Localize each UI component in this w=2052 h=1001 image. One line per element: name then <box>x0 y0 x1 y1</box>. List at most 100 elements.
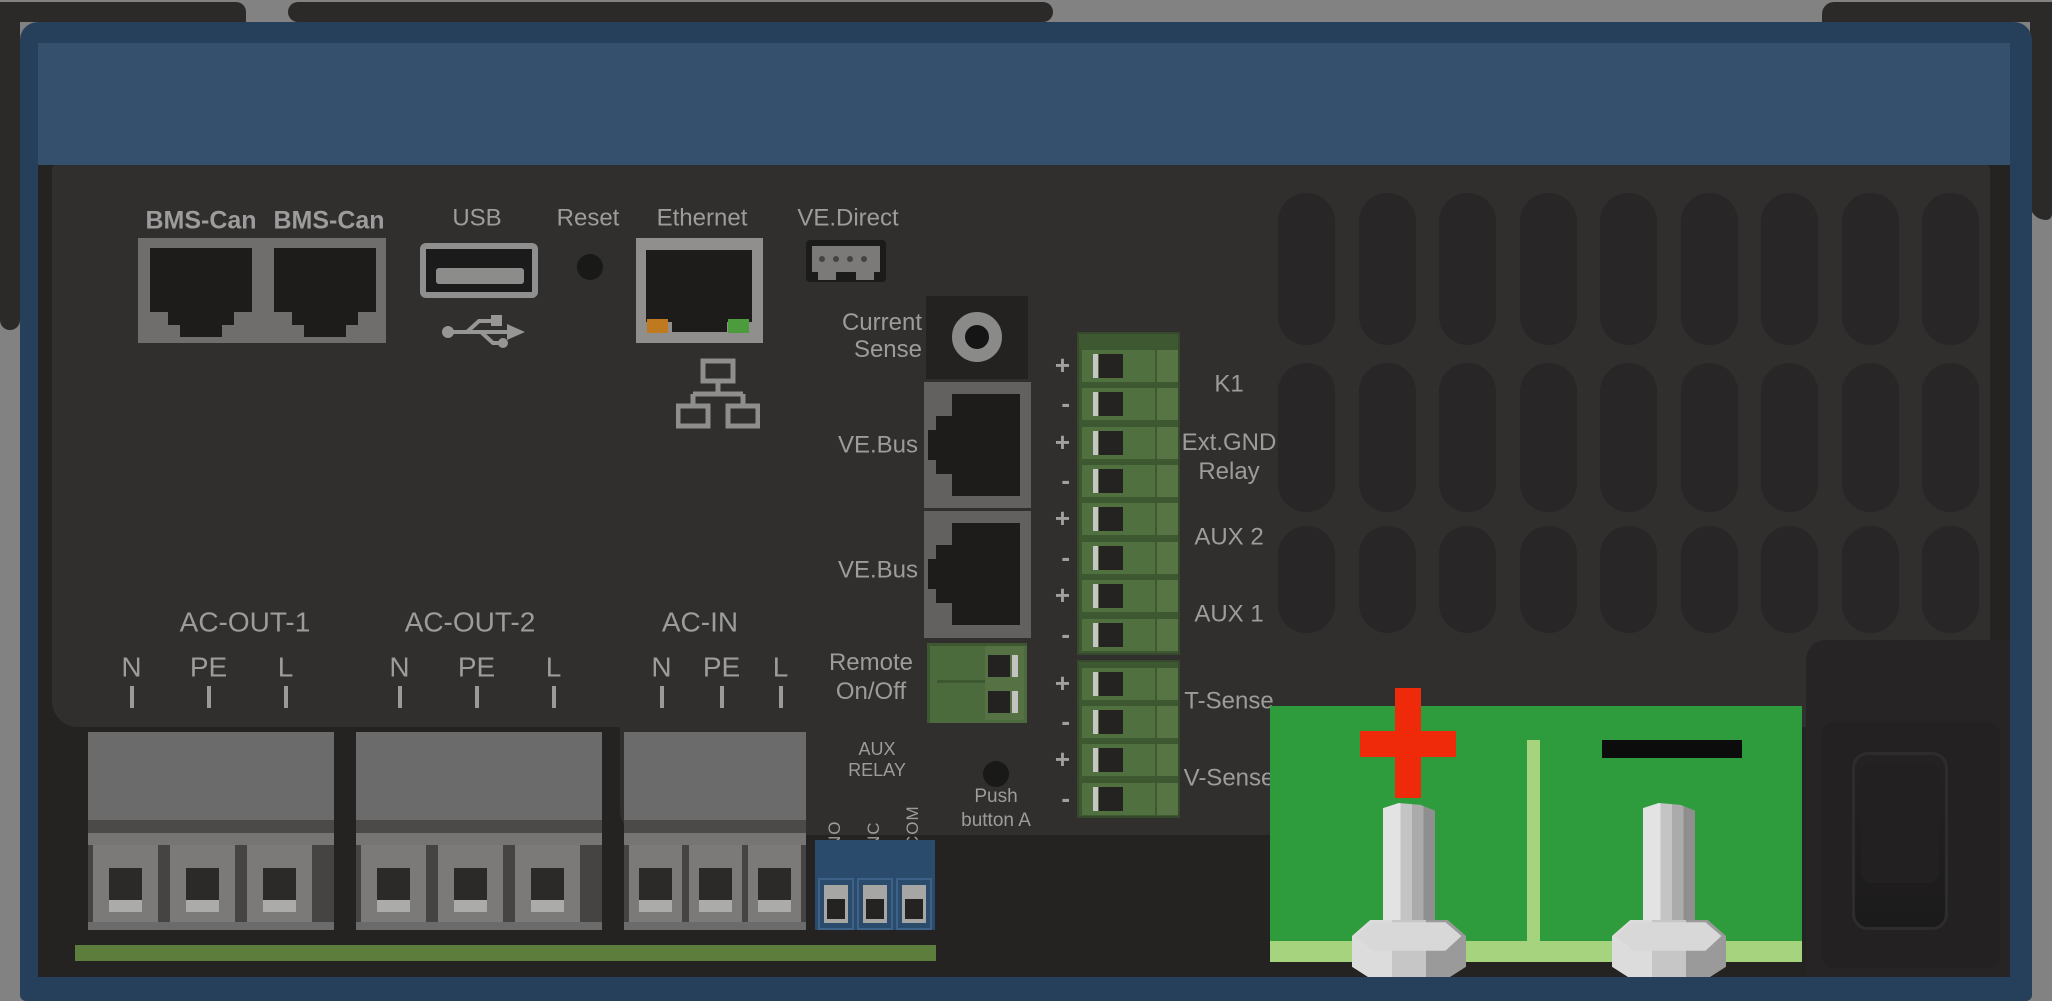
screw-terminal[interactable] <box>1079 741 1178 776</box>
polarity-sign: + <box>1030 505 1070 531</box>
vent-slot <box>1439 526 1496 633</box>
ve-direct-notch-tab <box>856 272 874 280</box>
aux-relay-terminal[interactable] <box>857 878 893 930</box>
remote-terminal-screw[interactable] <box>988 655 1010 677</box>
terminal-screw <box>1099 672 1123 696</box>
battery-stud[interactable] <box>1383 803 1435 930</box>
vent-slot <box>1520 526 1577 633</box>
rj45-tab <box>928 559 936 589</box>
battery-negative-symbol <box>1602 740 1742 758</box>
polarity-sign: + <box>1030 429 1070 455</box>
ac-screw <box>758 868 791 900</box>
terminal-column <box>1155 388 1178 420</box>
screw-terminal[interactable] <box>1079 703 1178 738</box>
bms-can-port-2[interactable] <box>274 248 376 338</box>
ac-block-groove <box>624 820 806 833</box>
ethernet-label: Ethernet <box>657 205 748 232</box>
screw-terminal[interactable] <box>1079 616 1178 651</box>
screw-terminal[interactable] <box>1079 780 1178 815</box>
ethernet-port[interactable] <box>636 238 763 343</box>
ac-screw-slot <box>263 900 296 912</box>
ac-screw-terminal[interactable] <box>748 845 801 922</box>
current-sense-label: Current Sense <box>842 309 922 363</box>
terminal-slash <box>1093 623 1098 647</box>
ve-bus-2-label: VE.Bus <box>838 557 918 584</box>
vent-slot <box>1520 193 1577 345</box>
ac-screw <box>263 868 296 900</box>
usb-port[interactable] <box>420 243 538 298</box>
screw-terminal[interactable] <box>1079 577 1178 612</box>
ve-bus-port-2[interactable] <box>924 511 1031 638</box>
terminal-slash <box>1093 431 1098 455</box>
ve-bus-port-1[interactable] <box>924 382 1031 508</box>
vent-slot <box>1520 363 1577 512</box>
ac-screw <box>109 868 142 900</box>
battery-stud-nut[interactable] <box>1352 920 1466 977</box>
io-channel-label: AUX 2 <box>1194 523 1263 552</box>
ethernet-led-green <box>728 319 749 333</box>
ve-direct-pin <box>819 256 825 262</box>
ac-screw-slot <box>639 900 672 912</box>
screw-terminal[interactable] <box>1079 424 1178 459</box>
vent-slot <box>1278 526 1335 633</box>
vent-slot <box>1359 526 1416 633</box>
io-channel-label: Ext.GND Relay <box>1182 428 1277 486</box>
rj45-step <box>936 416 952 474</box>
vent-slot <box>1842 193 1899 345</box>
terminal-screw <box>1099 710 1123 734</box>
terminal-screw <box>1099 787 1123 811</box>
terminal-column <box>1155 668 1178 700</box>
ve-direct-label: VE.Direct <box>797 205 898 232</box>
usb-label: USB <box>452 205 501 232</box>
terminal-slash <box>1093 584 1098 608</box>
screw-terminal[interactable] <box>1079 500 1178 535</box>
ac-block-groove <box>356 820 602 833</box>
screw-terminal[interactable] <box>1079 665 1178 700</box>
ac-screw-terminal[interactable] <box>361 845 426 922</box>
ac-pin-tick <box>720 686 724 708</box>
chassis-bracket-right <box>2030 2 2052 220</box>
terminal-slash <box>1012 691 1018 713</box>
ac-screw-terminal[interactable] <box>247 845 312 922</box>
ac-pin-tick <box>398 686 402 708</box>
screw-terminal[interactable] <box>1079 462 1178 497</box>
push-button-a[interactable] <box>983 761 1009 787</box>
remote-on-off-connector[interactable] <box>927 643 1027 723</box>
battery-stud[interactable] <box>1643 803 1695 930</box>
rocker-switch[interactable] <box>1852 752 1948 930</box>
ac-screw-terminal[interactable] <box>629 845 682 922</box>
ac-block-label: AC-IN <box>662 609 738 636</box>
ac-screw-terminal[interactable] <box>170 845 235 922</box>
aux-relay-top <box>815 840 935 878</box>
screw-terminal[interactable] <box>1079 539 1178 574</box>
ac-pin-label: PE <box>190 654 227 681</box>
terminal-screw <box>1099 546 1123 570</box>
terminal-column <box>1155 350 1178 382</box>
ac-screw-terminal[interactable] <box>515 845 580 922</box>
ac-screw-terminal[interactable] <box>93 845 158 922</box>
vent-slot <box>1922 363 1979 512</box>
ac-screw-terminal[interactable] <box>438 845 503 922</box>
ac-pin-tick <box>660 686 664 708</box>
terminal-screw <box>1099 469 1123 493</box>
terminal-screw <box>1099 584 1123 608</box>
ac-screw <box>699 868 732 900</box>
battery-terminal-panel <box>1270 706 1802 962</box>
screw-terminal[interactable] <box>1079 385 1178 420</box>
battery-stud-nut[interactable] <box>1612 920 1726 977</box>
reset-button[interactable] <box>577 254 603 280</box>
bms-can-port-1[interactable] <box>150 248 252 338</box>
rj45-body <box>952 394 1020 496</box>
current-sense-jack[interactable] <box>926 296 1028 379</box>
aux-relay-terminal[interactable] <box>896 878 932 930</box>
aux-relay-terminal[interactable] <box>818 878 854 930</box>
screw-terminal[interactable] <box>1079 347 1178 382</box>
remote-terminal-screw[interactable] <box>988 691 1010 713</box>
vent-slot <box>1681 526 1738 633</box>
ac-pin-label: PE <box>703 654 740 681</box>
ve-direct-connector[interactable] <box>806 240 886 282</box>
terminal-column <box>1155 783 1178 815</box>
rj45-step <box>292 312 358 325</box>
terminal-slash <box>1093 392 1098 416</box>
ac-screw-terminal[interactable] <box>689 845 742 922</box>
